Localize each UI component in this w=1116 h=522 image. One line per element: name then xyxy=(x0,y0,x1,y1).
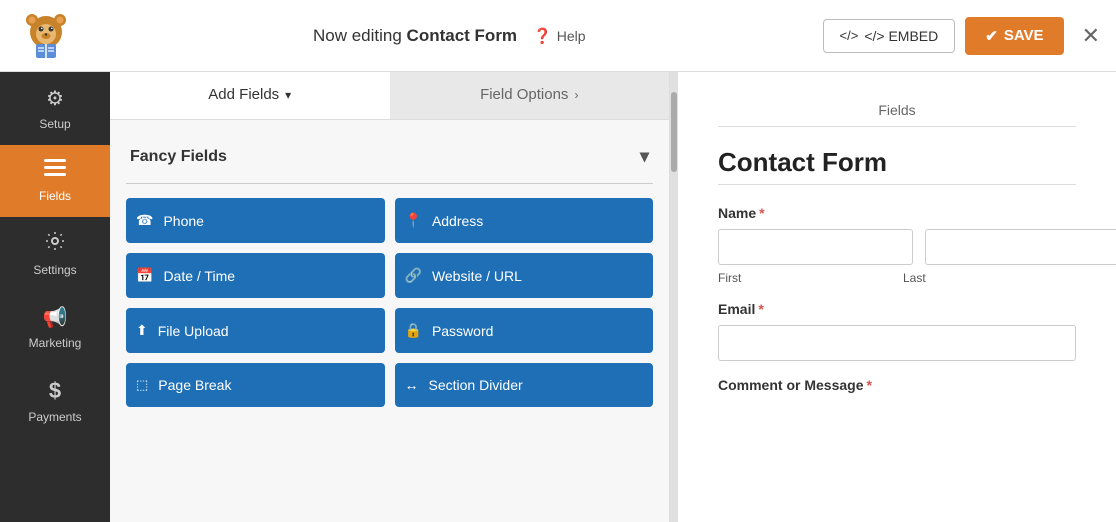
form-divider xyxy=(718,184,1076,185)
field-btn-datetime[interactable]: 📅 Date / Time xyxy=(126,253,385,298)
settings-icon xyxy=(45,231,65,257)
upload-icon: ⬆ xyxy=(136,322,148,339)
fields-panel: Add Fields ▾ Field Options › Fancy Field… xyxy=(110,72,670,522)
tab-field-options[interactable]: Field Options › xyxy=(390,72,670,119)
help-icon: ❓ xyxy=(533,27,552,45)
payments-icon: $ xyxy=(49,378,61,404)
last-name-input[interactable] xyxy=(925,229,1116,265)
field-btn-website[interactable]: 🔗 Website / URL xyxy=(395,253,654,298)
name-field-group: Name * First Last xyxy=(718,205,1076,285)
last-label: Last xyxy=(903,271,1076,285)
topbar-center: Now editing Contact Form ❓ Help xyxy=(76,26,823,46)
scrollbar[interactable] xyxy=(670,72,678,522)
sidebar-item-settings[interactable]: Settings xyxy=(0,217,110,291)
comment-label: Comment or Message * xyxy=(718,377,1076,393)
name-sub-labels: First Last xyxy=(718,271,1076,285)
sidebar-label-settings: Settings xyxy=(33,263,76,277)
scrollbar-thumb xyxy=(671,92,677,172)
sidebar-label-fields: Fields xyxy=(39,189,71,203)
help-button[interactable]: ❓ Help xyxy=(533,27,585,45)
sidebar-label-setup: Setup xyxy=(39,117,70,131)
field-btn-password-label: Password xyxy=(432,323,493,339)
phone-icon: ☎ xyxy=(136,212,153,229)
name-label: Name * xyxy=(718,205,1076,221)
sidebar-item-setup[interactable]: ⚙ Setup xyxy=(0,72,110,145)
sidebar-label-marketing: Marketing xyxy=(29,336,82,350)
close-icon: ✕ xyxy=(1082,23,1100,48)
first-label: First xyxy=(718,271,891,285)
email-field-group: Email * xyxy=(718,301,1076,361)
name-inputs-row xyxy=(718,229,1076,265)
form-title: Contact Form xyxy=(718,147,1076,178)
email-required-star: * xyxy=(758,301,763,317)
sidebar-item-payments[interactable]: $ Payments xyxy=(0,364,110,438)
embed-button[interactable]: </> </> EMBED xyxy=(823,19,956,53)
editing-label: Now editing Contact Form xyxy=(313,26,517,46)
tab-add-fields-label: Add Fields xyxy=(208,86,279,103)
lock-icon: 🔒 xyxy=(405,322,422,339)
fields-tabs: Add Fields ▾ Field Options › xyxy=(110,72,669,119)
fancy-fields-section-header: Fancy Fields ▾ xyxy=(126,136,653,177)
fancy-fields-toggle-icon[interactable]: ▾ xyxy=(640,146,649,167)
topbar: Now editing Contact Form ❓ Help </> </> … xyxy=(0,0,1116,72)
field-btn-sectiondivider[interactable]: ↔ Section Divider xyxy=(395,363,654,407)
logo-icon xyxy=(20,10,72,62)
tab-add-fields[interactable]: Add Fields ▾ xyxy=(110,72,390,119)
fancy-fields-label: Fancy Fields xyxy=(130,148,227,166)
logo xyxy=(16,6,76,66)
tab-field-options-label: Field Options xyxy=(480,86,568,103)
embed-label: </> EMBED xyxy=(864,28,938,44)
comment-field-group: Comment or Message * xyxy=(718,377,1076,393)
link-icon: 🔗 xyxy=(405,267,422,284)
check-icon: ✔ xyxy=(985,27,998,45)
comment-required-star: * xyxy=(866,377,871,393)
fields-icon xyxy=(44,159,66,183)
form-preview: Fields Contact Form Name * First Last Em… xyxy=(678,72,1116,522)
email-input[interactable] xyxy=(718,325,1076,361)
preview-fields-tab-label: Fields xyxy=(878,102,915,118)
gear-icon: ⚙ xyxy=(46,86,64,111)
topbar-right: </> </> EMBED ✔ SAVE ✕ xyxy=(823,17,1100,55)
divider-icon: ↔ xyxy=(405,377,419,393)
main-layout: ⚙ Setup Fields Settings 📢 xyxy=(0,72,1116,522)
save-label: SAVE xyxy=(1004,27,1044,44)
field-btn-sectiondivider-label: Section Divider xyxy=(429,377,523,393)
field-buttons-grid: ☎ Phone 📍 Address 📅 Date / Time 🔗 Websit… xyxy=(126,198,653,407)
chevron-right-icon: › xyxy=(574,88,578,102)
field-btn-phone-label: Phone xyxy=(163,213,203,229)
field-btn-datetime-label: Date / Time xyxy=(163,268,235,284)
fields-panel-content: Fancy Fields ▾ ☎ Phone 📍 Address 📅 Date … xyxy=(110,120,669,522)
sidebar-item-fields[interactable]: Fields xyxy=(0,145,110,217)
field-btn-fileupload-label: File Upload xyxy=(158,323,229,339)
first-name-input[interactable] xyxy=(718,229,913,265)
section-divider xyxy=(126,183,653,184)
name-required-star: * xyxy=(759,205,764,221)
save-button[interactable]: ✔ SAVE xyxy=(965,17,1063,55)
field-btn-address[interactable]: 📍 Address xyxy=(395,198,654,243)
close-button[interactable]: ✕ xyxy=(1082,23,1100,49)
address-icon: 📍 xyxy=(405,212,422,229)
field-btn-phone[interactable]: ☎ Phone xyxy=(126,198,385,243)
sidebar-nav: ⚙ Setup Fields Settings 📢 xyxy=(0,72,110,522)
sidebar-label-payments: Payments xyxy=(28,410,81,424)
chevron-down-icon: ▾ xyxy=(285,88,291,102)
embed-icon: </> xyxy=(840,28,859,43)
field-btn-pagebreak[interactable]: ⬚ Page Break xyxy=(126,363,385,407)
field-btn-address-label: Address xyxy=(432,213,483,229)
calendar-icon: 📅 xyxy=(136,267,153,284)
marketing-icon: 📢 xyxy=(43,305,68,330)
preview-tab-bar: Fields xyxy=(718,102,1076,127)
pagebreak-icon: ⬚ xyxy=(136,377,148,393)
fields-panel-header: Add Fields ▾ Field Options › xyxy=(110,72,669,120)
field-btn-website-label: Website / URL xyxy=(432,268,522,284)
sidebar-item-marketing[interactable]: 📢 Marketing xyxy=(0,291,110,364)
field-btn-fileupload[interactable]: ⬆ File Upload xyxy=(126,308,385,353)
field-btn-pagebreak-label: Page Break xyxy=(158,377,231,393)
email-label: Email * xyxy=(718,301,1076,317)
field-btn-password[interactable]: 🔒 Password xyxy=(395,308,654,353)
